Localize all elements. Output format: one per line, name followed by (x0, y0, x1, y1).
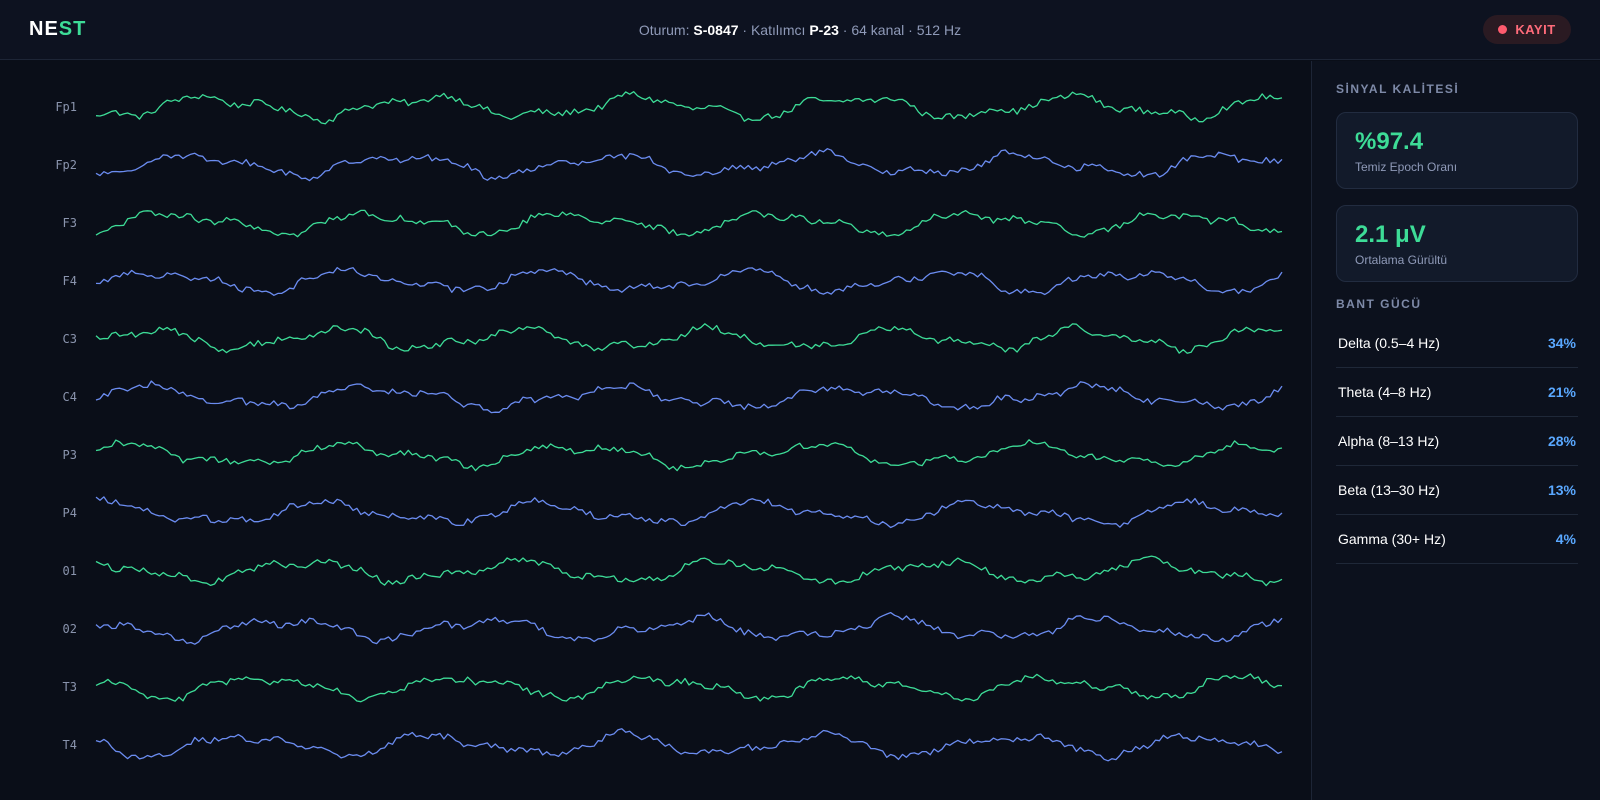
band-row-delta: Delta (0.5–4 Hz) 34% (1336, 319, 1578, 368)
eeg-trace-02 (95, 611, 1283, 645)
band-row-beta: Beta (13–30 Hz) 13% (1336, 466, 1578, 515)
band-name: Gamma (30+ Hz) (1338, 531, 1446, 547)
eeg-trace-p4 (95, 496, 1283, 529)
record-label: KAYIT (1515, 22, 1556, 37)
band-value: 34% (1547, 335, 1576, 351)
band-row-alpha: Alpha (8–13 Hz) 28% (1336, 417, 1578, 466)
session-info: Oturum: S-0847 · Katılımcı P-23 · 64 kan… (0, 22, 1600, 38)
signal-quality-title: SİNYAL KALİTESİ (1336, 82, 1460, 96)
channel-label-t3: T3 (63, 680, 77, 694)
channel-label-f4: F4 (63, 274, 77, 288)
noise-card: 2.1 μV Ortalama Gürültü (1336, 205, 1578, 282)
noise-value: 2.1 μV (1355, 221, 1426, 248)
eeg-trace-t4 (95, 728, 1283, 762)
channels-info: · 64 kanal · 512 Hz (842, 22, 962, 38)
participant-id: P-23 (809, 22, 839, 38)
band-row-theta: Theta (4–8 Hz) 21% (1336, 368, 1578, 417)
band-power-list: Delta (0.5–4 Hz) 34% Theta (4–8 Hz) 21% … (1336, 319, 1578, 564)
channel-label-t4: T4 (63, 738, 77, 752)
channel-label-p4: P4 (63, 506, 77, 520)
record-dot-icon (1498, 25, 1508, 34)
channel-label-01: 01 (63, 564, 77, 578)
eeg-trace-p3 (95, 439, 1283, 472)
eeg-trace-01 (95, 555, 1283, 587)
channel-label-fp2: Fp2 (55, 158, 77, 172)
eeg-trace-fp1 (95, 91, 1283, 125)
band-name: Theta (4–8 Hz) (1338, 384, 1432, 400)
clean-epoch-label: Temiz Epoch Oranı (1355, 160, 1458, 174)
band-name: Alpha (8–13 Hz) (1338, 433, 1440, 449)
band-power-title: BANT GÜCÜ (1336, 297, 1422, 311)
band-name: Delta (0.5–4 Hz) (1338, 335, 1440, 351)
noise-label: Ortalama Gürültü (1355, 253, 1448, 267)
band-row-gamma: Gamma (30+ Hz) 4% (1336, 515, 1578, 564)
session-label: Oturum: (638, 22, 690, 38)
band-value: 4% (1555, 531, 1576, 547)
right-sidebar: SİNYAL KALİTESİ %97.4 Temiz Epoch Oranı … (1311, 61, 1600, 800)
channel-label-c4: C4 (63, 390, 77, 404)
session-id: S-0847 (693, 22, 739, 38)
clean-epoch-value: %97.4 (1355, 128, 1424, 155)
band-value: 28% (1547, 433, 1576, 449)
eeg-traces: Fp1 Fp2 F3 F4 C3 C4 P3 P4 01 02 T3 T4 (55, 91, 1283, 762)
eeg-trace-c3 (95, 323, 1283, 354)
channel-label-f3: F3 (63, 216, 77, 230)
clean-epoch-card: %97.4 Temiz Epoch Oranı (1336, 112, 1578, 189)
eeg-trace-f3 (95, 209, 1283, 238)
band-name: Beta (13–30 Hz) (1338, 482, 1440, 498)
eeg-trace-f4 (95, 266, 1283, 296)
participant-label: · Katılımcı (742, 22, 806, 38)
channel-label-c3: C3 (63, 332, 77, 346)
eeg-trace-panel: Fp1 Fp2 F3 F4 C3 C4 P3 P4 01 02 T3 T4 (0, 61, 1311, 800)
record-button[interactable]: KAYIT (1483, 15, 1571, 44)
top-bar: NEST Oturum: S-0847 · Katılımcı P-23 · 6… (0, 0, 1600, 60)
band-value: 13% (1547, 482, 1576, 498)
channel-label-p3: P3 (63, 448, 77, 462)
eeg-trace-c4 (95, 380, 1283, 414)
channel-label-fp1: Fp1 (55, 100, 77, 114)
eeg-trace-t3 (95, 673, 1283, 703)
channel-label-02: 02 (63, 622, 77, 636)
eeg-trace-fp2 (95, 148, 1283, 182)
band-value: 21% (1547, 384, 1576, 400)
